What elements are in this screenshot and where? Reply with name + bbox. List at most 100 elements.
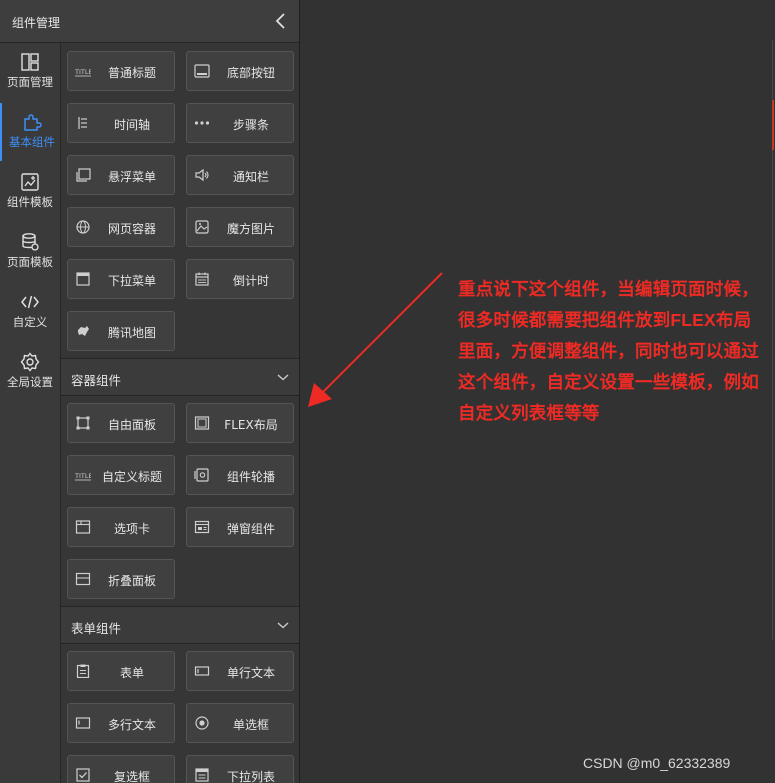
component-tile-label: 魔方图片 — [226, 222, 275, 236]
component-tile-label: 步骤条 — [232, 118, 269, 132]
component-tile-web-container[interactable]: 网页容器 — [67, 207, 175, 247]
component-tile-label: 弹窗组件 — [226, 522, 275, 536]
watermark: CSDN @m0_62332389 — [583, 755, 731, 771]
component-tile-label: 折叠面板 — [107, 574, 156, 588]
svg-text:TITLE: TITLE — [75, 472, 91, 480]
sidebar-item-label: 自定义 — [12, 315, 48, 329]
section-header-form[interactable]: 表单组件 — [61, 606, 299, 644]
component-tile-label: 悬浮菜单 — [107, 170, 156, 184]
component-tile-checkbox[interactable]: 复选框 — [67, 755, 175, 783]
component-tile-label: 下拉菜单 — [107, 274, 156, 288]
canvas-edge-marker — [772, 100, 774, 150]
component-tile-countdown[interactable]: 倒计时 — [186, 259, 294, 299]
component-tile-single-line-text[interactable]: 单行文本 — [186, 651, 294, 691]
panel-header: 组件管理 — [0, 0, 299, 43]
component-tile-form[interactable]: 表单 — [67, 651, 175, 691]
sidebar-item-page-template[interactable]: 页面模板 — [0, 223, 60, 281]
sidebar-item-label: 页面模板 — [7, 255, 53, 269]
globe-icon — [76, 220, 90, 234]
puzzle-icon — [24, 114, 42, 131]
sidebar-item-label: 页面管理 — [7, 75, 53, 89]
component-tile-label: 组件轮播 — [226, 470, 275, 484]
component-tile-multi-line-text[interactable]: 多行文本 — [67, 703, 175, 743]
component-tile-label: 腾讯地图 — [107, 326, 156, 340]
component-tile-plain-title[interactable]: TITLE 普通标题 — [67, 51, 175, 91]
component-tile-float-menu[interactable]: 悬浮菜单 — [67, 155, 175, 195]
component-tile-dialog[interactable]: 弹窗组件 — [186, 507, 294, 547]
sidebar-item-component-template[interactable]: 组件模板 — [0, 163, 60, 221]
float-menu-icon — [76, 168, 91, 182]
sidebar-item-custom[interactable]: 自定义 — [0, 283, 60, 341]
sidebar-item-label: 基本组件 — [9, 135, 55, 149]
sidebar-item-global-settings[interactable]: 全局设置 — [0, 343, 60, 401]
chevron-left-icon[interactable] — [273, 12, 289, 30]
component-tile-carousel[interactable]: 组件轮播 — [186, 455, 294, 495]
component-tile-label: 网页容器 — [107, 222, 156, 236]
chevron-down-icon — [277, 622, 289, 629]
speaker-icon — [195, 168, 209, 182]
section-title: 容器组件 — [71, 373, 122, 388]
component-tile-label: 表单 — [119, 666, 144, 680]
component-panel: 组件管理 页面管理 基本组件 组件模板 页面模板 自定义 全局设置 TITLE … — [0, 0, 300, 783]
component-tile-cube-image[interactable]: 魔方图片 — [186, 207, 294, 247]
sidebar-item-basic-components[interactable]: 基本组件 — [0, 103, 60, 161]
select-icon — [195, 768, 209, 782]
component-list: TITLE 普通标题 底部按钮 时间轴 步骤条 悬浮菜单 通知栏 网页容器 魔方… — [61, 43, 299, 783]
component-tile-notice-bar[interactable]: 通知栏 — [186, 155, 294, 195]
clipboard-icon — [76, 664, 90, 678]
component-tile-label: FLEX布局 — [224, 418, 278, 432]
section-header-container[interactable]: 容器组件 — [61, 358, 299, 396]
flex-icon — [194, 416, 210, 430]
component-tile-label: 自由面板 — [107, 418, 156, 432]
section-title: 表单组件 — [71, 621, 122, 636]
component-tile-label: 复选框 — [113, 770, 150, 783]
component-tile-label: 时间轴 — [113, 118, 150, 132]
component-tile-label: 下拉列表 — [226, 770, 275, 783]
collapse-panel-icon — [75, 572, 91, 586]
textarea-icon — [75, 717, 91, 729]
title-icon: TITLE — [75, 68, 91, 77]
component-tile-label: 单选框 — [232, 718, 269, 732]
component-tile-collapse-panel[interactable]: 折叠面板 — [67, 559, 175, 599]
radio-icon — [195, 716, 209, 730]
input-icon — [194, 666, 210, 676]
component-tile-label: 选项卡 — [113, 522, 150, 536]
component-tile-custom-title[interactable]: TITLE 自定义标题 — [67, 455, 175, 495]
dropdown-icon — [76, 272, 90, 286]
component-tile-label: 底部按钮 — [226, 66, 275, 80]
component-tile-label: 自定义标题 — [101, 470, 162, 484]
calendar-icon — [195, 272, 209, 286]
component-tile-steps[interactable]: 步骤条 — [186, 103, 294, 143]
annotation-text: 重点说下这个组件，当编辑页面时候，很多时候都需要把组件放到FLEX布局里面，方便… — [458, 279, 759, 423]
component-tile-tencent-map[interactable]: 腾讯地图 — [67, 311, 175, 351]
timeline-icon — [78, 117, 87, 129]
sidebar: 页面管理 基本组件 组件模板 页面模板 自定义 全局设置 — [0, 43, 61, 783]
sidebar-item-label: 组件模板 — [7, 195, 53, 209]
component-tile-label: 多行文本 — [107, 718, 156, 732]
chevron-down-icon — [277, 374, 289, 381]
component-tile-label: 单行文本 — [226, 666, 275, 680]
component-tile-free-panel[interactable]: 自由面板 — [67, 403, 175, 443]
map-icon — [78, 326, 89, 336]
component-tile-timeline[interactable]: 时间轴 — [67, 103, 175, 143]
component-tile-label: 倒计时 — [232, 274, 269, 288]
component-tile-dropdown-menu[interactable]: 下拉菜单 — [67, 259, 175, 299]
component-tile-label: 通知栏 — [232, 170, 269, 184]
bottom-button-icon — [194, 64, 210, 78]
component-tile-radio[interactable]: 单选框 — [186, 703, 294, 743]
image-icon — [195, 220, 209, 234]
carousel-icon — [194, 468, 209, 482]
dialog-icon — [194, 520, 210, 534]
sidebar-item-page-manage[interactable]: 页面管理 — [0, 43, 60, 101]
gear-icon — [20, 352, 40, 372]
layout-icon — [21, 53, 39, 71]
template-icon — [21, 173, 39, 191]
component-tile-select-list[interactable]: 下拉列表 — [186, 755, 294, 783]
database-icon — [22, 233, 39, 251]
component-tile-tabs[interactable]: 选项卡 — [67, 507, 175, 547]
component-tile-bottom-button[interactable]: 底部按钮 — [186, 51, 294, 91]
component-tile-label: 普通标题 — [107, 66, 156, 80]
component-tile-flex-layout[interactable]: FLEX布局 — [186, 403, 294, 443]
sidebar-item-label: 全局设置 — [7, 375, 53, 389]
free-panel-icon — [76, 416, 90, 430]
